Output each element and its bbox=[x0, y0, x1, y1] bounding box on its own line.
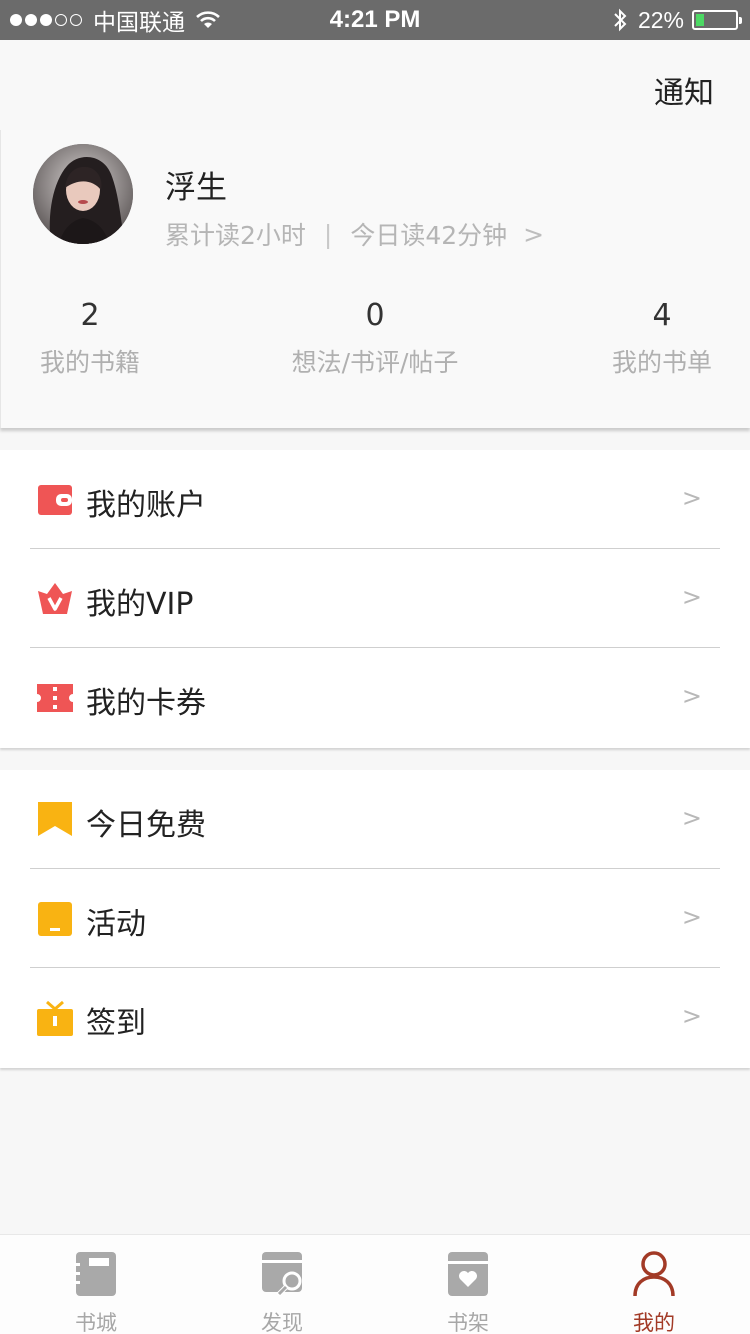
stat-my-booklists[interactable]: 4 我的书单 bbox=[607, 298, 717, 379]
menu-item-my-vip[interactable]: 我的VIP > bbox=[0, 549, 750, 648]
menu-item-label: 今日免费 bbox=[86, 808, 206, 843]
discover-icon bbox=[260, 1251, 304, 1297]
tab-bar: 书城 发现 书架 我的 bbox=[0, 1234, 750, 1334]
stat-label: 我的书籍 bbox=[39, 348, 140, 377]
menu-group-activities: 今日免费 > 活动 > 签到 > bbox=[0, 770, 750, 1068]
ticket-icon bbox=[37, 680, 73, 716]
battery-percent: 22% bbox=[637, 6, 684, 33]
tab-label: 书城 bbox=[75, 1311, 117, 1334]
menu-item-label: 我的卡券 bbox=[86, 686, 206, 721]
chevron-right-icon: > bbox=[681, 682, 702, 710]
profile-card[interactable]: 浮生 累计读2小时 | 今日读42分钟 > 2 我的书籍 0 想法/书评/帖子 … bbox=[0, 130, 750, 428]
menu-item-label: 签到 bbox=[86, 1006, 146, 1041]
tab-bookshelf[interactable]: 书架 bbox=[408, 1235, 528, 1334]
user-icon bbox=[632, 1251, 676, 1297]
page-header: 通知 bbox=[0, 40, 750, 130]
tab-label: 发现 bbox=[261, 1311, 303, 1334]
activity-icon bbox=[37, 901, 73, 937]
tab-discover[interactable]: 发现 bbox=[222, 1235, 342, 1334]
chevron-right-icon: > bbox=[681, 583, 702, 611]
reading-stats[interactable]: 累计读2小时 | 今日读42分钟 > bbox=[165, 216, 544, 252]
battery-icon bbox=[692, 10, 742, 30]
bookmark-icon bbox=[37, 802, 73, 838]
chevron-right-icon: > bbox=[681, 804, 702, 832]
menu-item-label: 我的账户 bbox=[86, 488, 206, 523]
today-read-time: 今日读42分钟 bbox=[350, 221, 508, 250]
tab-label: 书架 bbox=[447, 1311, 489, 1334]
chevron-right-icon: > bbox=[681, 903, 702, 931]
total-read-time: 累计读2小时 bbox=[165, 221, 306, 250]
stat-label: 想法/书评/帖子 bbox=[291, 348, 459, 377]
tab-bookstore[interactable]: 书城 bbox=[36, 1235, 156, 1334]
menu-group-account: 我的账户 > 我的VIP > 我的卡券 > bbox=[0, 450, 750, 748]
avatar[interactable] bbox=[33, 144, 133, 244]
username: 浮生 bbox=[165, 170, 227, 206]
notify-button[interactable]: 通知 bbox=[654, 68, 714, 112]
stat-value: 4 bbox=[652, 298, 672, 333]
notebook-icon bbox=[74, 1251, 118, 1297]
menu-item-check-in[interactable]: 签到 > bbox=[0, 968, 750, 1067]
stat-my-books[interactable]: 2 我的书籍 bbox=[37, 298, 143, 379]
bluetooth-icon bbox=[612, 7, 628, 33]
chevron-right-icon: > bbox=[681, 484, 702, 512]
menu-item-label: 我的VIP bbox=[86, 587, 194, 622]
tab-mine[interactable]: 我的 bbox=[594, 1235, 714, 1334]
status-right: 22% bbox=[612, 0, 742, 40]
stat-thoughts-reviews-posts[interactable]: 0 想法/书评/帖子 bbox=[285, 298, 465, 379]
stat-value: 2 bbox=[80, 298, 100, 333]
menu-item-my-account[interactable]: 我的账户 > bbox=[0, 450, 750, 549]
chevron-right-icon: > bbox=[681, 1002, 702, 1030]
menu-item-my-coupons[interactable]: 我的卡券 > bbox=[0, 648, 750, 747]
menu-item-activities[interactable]: 活动 > bbox=[0, 869, 750, 968]
bookshelf-icon bbox=[446, 1251, 490, 1297]
status-bar: 中国联通 4:21 PM 22% bbox=[0, 0, 750, 40]
stats-separator: | bbox=[323, 219, 333, 249]
battery-fill bbox=[696, 14, 704, 26]
crown-icon bbox=[37, 581, 73, 617]
chevron-right-icon: > bbox=[523, 219, 545, 249]
wallet-icon bbox=[37, 482, 73, 518]
stat-value: 0 bbox=[365, 298, 385, 333]
menu-item-free-today[interactable]: 今日免费 > bbox=[0, 770, 750, 869]
gift-icon bbox=[37, 1000, 73, 1036]
menu-item-label: 活动 bbox=[86, 907, 146, 942]
stat-label: 我的书单 bbox=[611, 348, 712, 377]
tab-label: 我的 bbox=[633, 1311, 675, 1334]
